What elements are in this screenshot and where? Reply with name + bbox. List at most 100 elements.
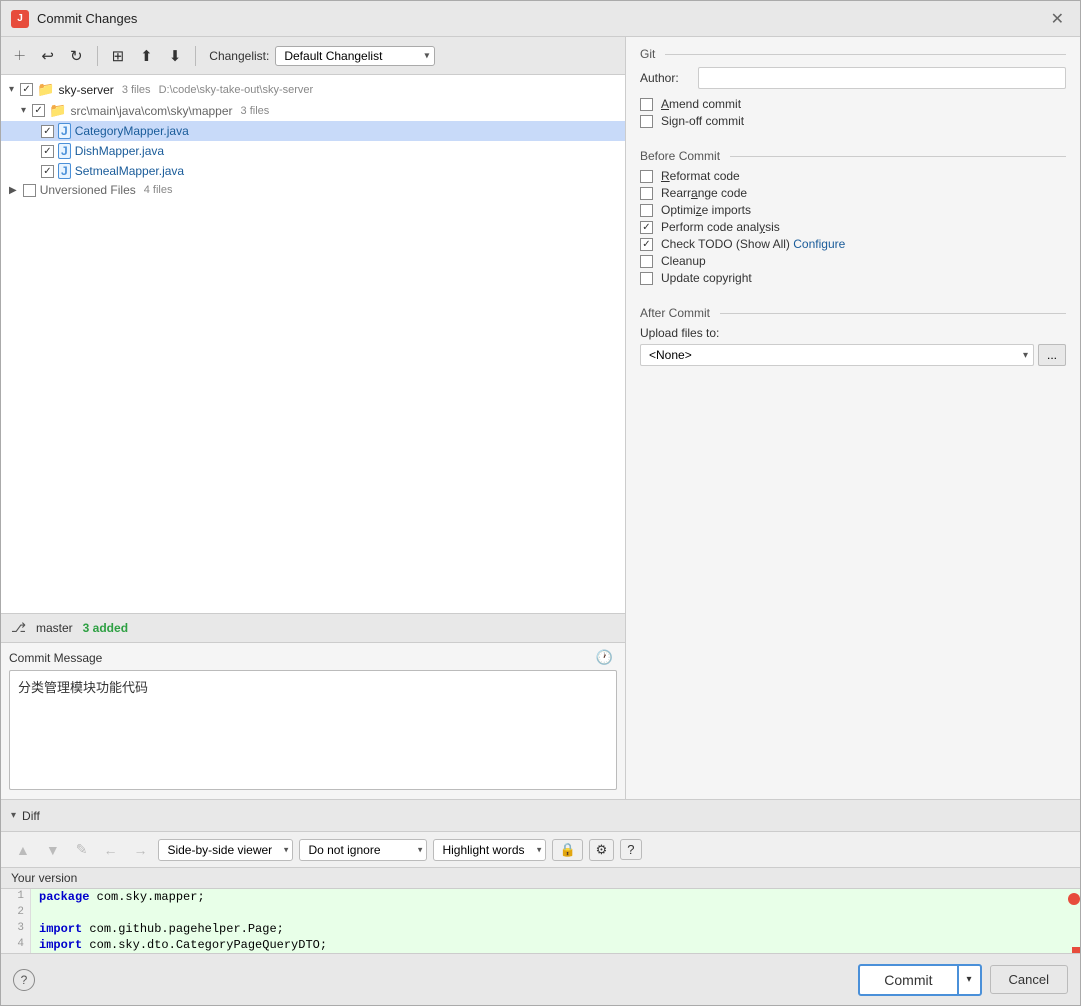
tree-label-mapper: src\main\java\com\sky\mapper (70, 104, 232, 118)
after-commit-section: After Commit Upload files to: <None> ▾ .… (640, 298, 1066, 366)
rearrange-code-row: Rearrange code (640, 186, 1066, 200)
diff-header: ▾ Diff (1, 800, 1080, 832)
diff-forward-button[interactable]: → (128, 840, 152, 860)
tree-badge-skyserver: 3 files (122, 84, 151, 96)
author-label: Author: (640, 71, 690, 85)
git-section: Git Author: Amend commit Sign-off commit (640, 47, 1066, 131)
footer-right: Commit ▾ Cancel (858, 964, 1068, 996)
code-analysis-checkbox[interactable] (640, 221, 653, 234)
expand-arrow-skyserver: ▾ (9, 84, 14, 95)
upload-label: Upload files to: (640, 326, 1066, 340)
group-button[interactable]: ⊞ (107, 44, 130, 68)
reformat-code-label: Reformat code (661, 169, 740, 183)
error-indicator (1068, 893, 1080, 905)
title-bar: J Commit Changes ✕ (1, 1, 1080, 37)
highlight-select[interactable]: Highlight words Highlight lines (433, 839, 546, 861)
status-bar: ⎇ master 3 added (1, 613, 625, 643)
diff-down-button[interactable]: ▼ (41, 840, 65, 860)
tree-item-setmealmapper[interactable]: J SetmealMapper.java (1, 161, 625, 181)
optimize-imports-label: Optimize imports (661, 203, 751, 217)
changelist-select[interactable]: Default Changelist (275, 46, 435, 66)
add-button[interactable]: 🞡 (9, 44, 30, 67)
cleanup-checkbox[interactable] (640, 255, 653, 268)
changelist-wrapper: Default Changelist ▾ (275, 46, 435, 66)
code-analysis-label: Perform code analysis (661, 220, 780, 234)
viewer-select[interactable]: Side-by-side viewer Unified viewer (158, 839, 293, 861)
rearrange-code-label: Rearrange code (661, 186, 747, 200)
update-copyright-checkbox[interactable] (640, 272, 653, 285)
check-todo-checkbox[interactable] (640, 238, 653, 251)
redo-button[interactable]: ↻ (65, 44, 88, 68)
upload-select-wrapper: <None> ▾ (640, 344, 1034, 366)
diff-edit-button[interactable]: ✎ (71, 839, 93, 860)
ignore-select[interactable]: Do not ignore Ignore whitespace (299, 839, 427, 861)
tree-label-setmealmapper: SetmealMapper.java (75, 164, 184, 178)
diff-help-button[interactable]: ? (620, 839, 641, 860)
amend-commit-checkbox[interactable] (640, 98, 653, 111)
cancel-button[interactable]: Cancel (990, 965, 1068, 994)
diff-line-4: 4 import com.sky.dto.CategoryPageQueryDT… (1, 937, 1080, 953)
commit-button[interactable]: Commit (858, 964, 957, 996)
tree-item-mapper-folder[interactable]: ▾ 📁 src\main\java\com\sky\mapper 3 files (1, 100, 625, 121)
expand-arrow-unversioned: ▶ (9, 185, 17, 196)
checkbox-setmealmapper[interactable] (41, 165, 54, 178)
diff-back-button[interactable]: ← (98, 840, 122, 860)
checkbox-unversioned[interactable] (23, 184, 36, 197)
commit-message-label: Commit Message (9, 651, 102, 665)
tree-label-dishmapper: DishMapper.java (75, 144, 164, 158)
toolbar: 🞡 ↩ ↻ ⊞ ⬆ ⬇ Changelist: (1, 37, 625, 75)
toolbar-sep-2 (195, 46, 196, 66)
branch-icon: ⎇ (11, 620, 26, 636)
diff-content: 1 package com.sky.mapper; 2 3 import com… (1, 889, 1080, 953)
update-copyright-row: Update copyright (640, 271, 1066, 285)
diff-version-header: Your version (1, 868, 1080, 889)
cleanup-row: Cleanup (640, 254, 1066, 268)
tree-item-skyserver[interactable]: ▾ 📁 sky-server 3 files D:\code\sky-take-… (1, 79, 625, 100)
diff-section: ▾ Diff ▲ ▼ ✎ ← → Side-by-side viewer Uni… (1, 799, 1080, 953)
toolbar-sep-1 (97, 46, 98, 66)
reformat-code-row: Reformat code (640, 169, 1066, 183)
update-copyright-label: Update copyright (661, 271, 752, 285)
scroll-indicator-red (1072, 947, 1080, 953)
checkbox-categorymapper[interactable] (41, 125, 54, 138)
commit-message-input[interactable]: 分类管理模块功能代码 (9, 670, 617, 790)
after-commit-title: After Commit (640, 306, 1066, 320)
checkbox-dishmapper[interactable] (41, 145, 54, 158)
git-section-title: Git (640, 47, 1066, 61)
viewer-dropdown-wrapper: Side-by-side viewer Unified viewer ▾ (158, 839, 293, 861)
diff-line-1: 1 package com.sky.mapper; (1, 889, 1080, 905)
checkbox-skyserver[interactable] (20, 83, 33, 96)
signoff-commit-label: Sign-off commit (661, 114, 744, 128)
tree-item-unversioned[interactable]: ▶ Unversioned Files 4 files (1, 181, 625, 199)
signoff-commit-checkbox[interactable] (640, 115, 653, 128)
amend-commit-row: Amend commit (640, 97, 1066, 111)
window-title: Commit Changes (37, 11, 137, 26)
tree-item-dishmapper[interactable]: J DishMapper.java (1, 141, 625, 161)
configure-link[interactable]: Configure (793, 237, 845, 251)
author-input[interactable] (698, 67, 1066, 89)
upload-more-button[interactable]: ... (1038, 344, 1066, 366)
tree-item-categorymapper[interactable]: J CategoryMapper.java (1, 121, 625, 141)
help-button[interactable]: ? (13, 969, 35, 991)
upload-select[interactable]: <None> (640, 344, 1034, 366)
java-icon-dishmapper: J (58, 143, 71, 159)
commit-history-button[interactable]: 🕐 (592, 649, 617, 666)
close-button[interactable]: ✕ (1045, 7, 1070, 31)
diff-title[interactable]: Diff (22, 809, 40, 823)
diff-lock-button[interactable]: 🔒 (552, 839, 582, 861)
tree-badge-mapper: 3 files (241, 105, 270, 117)
expand-all-button[interactable]: ⬆ (135, 44, 158, 68)
main-content: 🞡 ↩ ↻ ⊞ ⬆ ⬇ Changelist: (1, 37, 1080, 799)
left-panel: 🞡 ↩ ↻ ⊞ ⬆ ⬇ Changelist: (1, 37, 626, 799)
diff-settings-button[interactable]: ⚙ (589, 839, 615, 861)
optimize-imports-checkbox[interactable] (640, 204, 653, 217)
diff-up-button[interactable]: ▲ (11, 840, 35, 860)
collapse-all-button[interactable]: ⬇ (164, 44, 187, 68)
folder-icon-mapper: 📁 (49, 102, 66, 119)
diff-line-3: 3 import com.github.pagehelper.Page; (1, 921, 1080, 937)
checkbox-mapper[interactable] (32, 104, 45, 117)
commit-dropdown-button[interactable]: ▾ (958, 964, 982, 996)
reformat-code-checkbox[interactable] (640, 170, 653, 183)
rearrange-code-checkbox[interactable] (640, 187, 653, 200)
undo-button[interactable]: ↩ (36, 44, 59, 68)
